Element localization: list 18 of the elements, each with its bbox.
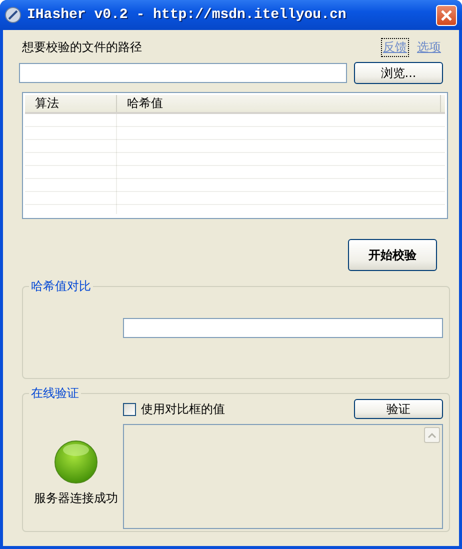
close-button[interactable] <box>436 4 457 26</box>
scroll-up-button[interactable] <box>424 427 440 443</box>
column-header[interactable]: 哈希值 <box>117 95 441 112</box>
window-title: IHasher v0.2 - http://msdn.itellyou.cn <box>27 7 348 23</box>
result-area[interactable] <box>123 424 443 529</box>
column-header[interactable]: 算法 <box>25 95 117 112</box>
status-text: 服务器连接成功 <box>34 490 118 507</box>
path-label: 想要校验的文件的路径 <box>22 38 142 56</box>
status-light-icon <box>54 440 98 484</box>
path-field[interactable] <box>19 63 347 83</box>
close-icon <box>440 8 453 22</box>
verify-button[interactable]: 验证 <box>354 399 443 419</box>
app-icon <box>5 6 22 24</box>
start-button[interactable]: 开始校验 <box>348 239 437 271</box>
compare-field[interactable] <box>123 318 443 338</box>
compare-checkbox[interactable]: 使用对比框的值 <box>123 400 225 418</box>
browse-button[interactable]: 浏览... <box>354 62 443 84</box>
group-title: 哈希值对比 <box>29 278 93 295</box>
